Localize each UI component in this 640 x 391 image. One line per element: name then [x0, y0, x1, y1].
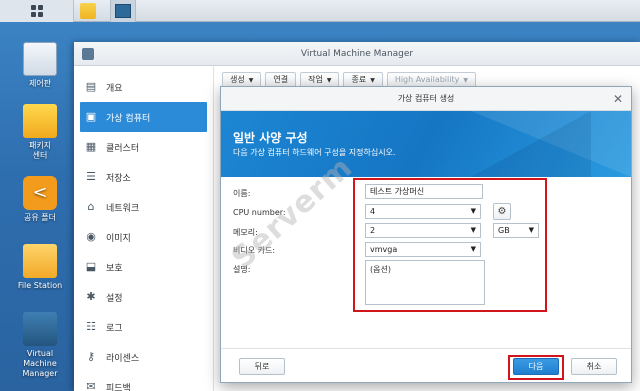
sidebar-item-label: 클러스터: [106, 143, 140, 154]
desktop-icon-label: File Station: [17, 281, 63, 290]
sidebar: ▤ 개요 ▣ 가상 컴퓨터 ▦ 클러스터 ☰ 저장소 ⌂ 네트워크 ◉ 이미지 ⬓ 보호 ✱ 설…: [74, 66, 214, 391]
taskbar-app-vmm[interactable]: [110, 0, 136, 22]
sidebar-item-log[interactable]: ☷ 로그: [74, 312, 213, 342]
taskbar-app-package-center[interactable]: [76, 0, 100, 22]
desktop-icon-label: 공유 폴더: [24, 213, 56, 222]
sidebar-item-label: 개요: [106, 83, 123, 94]
network-icon: ⌂: [87, 200, 95, 213]
highlight-box: [353, 178, 547, 312]
chevron-down-icon: ▼: [463, 77, 468, 84]
create-button-label: 생성: [230, 75, 245, 84]
sidebar-item-label: 가상 컴퓨터: [106, 113, 151, 124]
cancel-button[interactable]: 취소: [571, 358, 617, 375]
feedback-icon: ✉: [86, 380, 96, 391]
chevron-down-icon: ▼: [370, 77, 375, 84]
window-title: Virtual Machine Manager: [300, 49, 414, 59]
storage-icon: ☰: [86, 170, 96, 183]
cluster-icon: ▦: [85, 140, 97, 153]
sidebar-item-label: 보호: [106, 263, 123, 274]
chevron-down-icon: ▼: [326, 77, 332, 84]
sidebar-item-label: 네트워크: [106, 203, 140, 214]
license-icon: ⚷: [86, 350, 96, 363]
sidebar-item-label: 이미지: [106, 233, 131, 244]
sidebar-item-label: 설정: [106, 293, 123, 304]
banner-decoration: [471, 111, 591, 177]
sidebar-item-network[interactable]: ⌂ 네트워크: [74, 192, 213, 222]
dialog-footer: 뒤로 다음 취소: [221, 348, 631, 382]
grid-icon: [30, 5, 43, 17]
sidebar-item-label: 라이센스: [106, 353, 140, 364]
log-icon: ☷: [86, 320, 96, 333]
sidebar-item-virtual-machine[interactable]: ▣ 가상 컴퓨터: [80, 102, 207, 132]
desktop-icon-label: 패키지 센터: [28, 141, 52, 160]
sidebar-item-label: 로그: [106, 323, 123, 334]
main-menu-button[interactable]: [0, 0, 74, 22]
chevron-down-icon: ▼: [248, 77, 254, 84]
sidebar-item-license[interactable]: ⚷ 라이센스: [74, 342, 213, 372]
desktop-icon-control-panel[interactable]: 제어판: [10, 42, 70, 89]
control-panel-icon: [23, 42, 57, 76]
virtual-machine-icon: ▣: [85, 110, 97, 123]
sidebar-item-feedback[interactable]: ✉ 피드백: [74, 372, 213, 391]
dialog-title: 가상 컴퓨터 생성: [397, 94, 455, 103]
sidebar-item-cluster[interactable]: ▦ 클러스터: [74, 132, 213, 162]
package-center-icon: [23, 104, 57, 138]
next-highlight-box: [508, 355, 564, 380]
sidebar-item-label: 저장소: [106, 173, 131, 184]
package-center-icon: [80, 3, 96, 19]
dialog-banner: 일반 사양 구성 다음 가상 컴퓨터 하드웨어 구성을 지정하십시오.: [221, 111, 631, 177]
desktop-icon-file-station[interactable]: File Station: [10, 244, 70, 291]
sidebar-item-storage[interactable]: ☰ 저장소: [74, 162, 213, 192]
vmm-icon: [23, 312, 57, 346]
back-button[interactable]: 뒤로: [239, 358, 285, 375]
banner-subtitle: 다음 가상 컴퓨터 하드웨어 구성을 지정하십시오.: [233, 148, 396, 157]
desktop-icon-label: Virtual Machine Manager: [22, 349, 58, 378]
dialog-titlebar[interactable]: 가상 컴퓨터 생성 ✕: [221, 87, 631, 111]
connect-button-label: 연결: [273, 75, 289, 84]
overview-icon: ▤: [85, 80, 97, 93]
name-label: 이름:: [233, 189, 251, 198]
shutdown-button-label: 종료: [351, 75, 367, 84]
desktop-icon-label: 제어판: [28, 79, 52, 88]
sidebar-item-label: 피드백: [106, 383, 131, 391]
desktop-icon-vmm[interactable]: Virtual Machine Manager: [10, 312, 70, 379]
desktop-icon-shared-folder[interactable]: < 공유 폴더: [10, 176, 70, 223]
vmm-app-icon: [82, 48, 94, 60]
folder-icon: [23, 244, 57, 278]
settings-icon: ✱: [86, 290, 96, 303]
vmm-icon: [115, 4, 131, 18]
image-icon: ◉: [86, 230, 96, 243]
taskbar: [0, 0, 640, 22]
desktop-icon-package-center[interactable]: 패키지 센터: [10, 104, 70, 161]
share-icon: <: [23, 176, 57, 210]
ha-button-label: High Availability: [394, 75, 460, 84]
banner-title: 일반 사양 구성: [233, 131, 308, 145]
action-button-label: 작업: [308, 75, 323, 84]
sidebar-item-image[interactable]: ◉ 이미지: [74, 222, 213, 252]
close-icon[interactable]: ✕: [613, 87, 623, 111]
sidebar-item-protection[interactable]: ⬓ 보호: [74, 252, 213, 282]
sidebar-item-overview[interactable]: ▤ 개요: [74, 72, 213, 102]
protection-icon: ⬓: [85, 260, 97, 273]
window-titlebar[interactable]: Virtual Machine Manager: [74, 42, 640, 66]
sidebar-item-settings[interactable]: ✱ 설정: [74, 282, 213, 312]
